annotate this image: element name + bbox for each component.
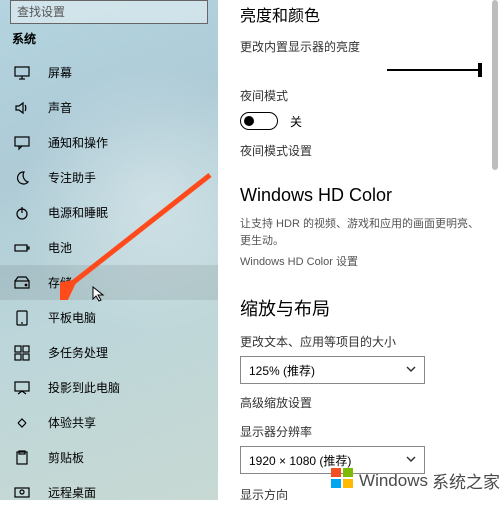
sidebar-item-label: 多任务处理 (48, 344, 108, 361)
chevron-down-icon (406, 363, 416, 377)
sidebar-item-multitask[interactable]: 多任务处理 (0, 335, 218, 370)
power-icon (14, 205, 30, 221)
night-mode-toggle[interactable]: 关 (240, 112, 482, 130)
toggle-pill[interactable] (240, 112, 278, 130)
watermark: Windows 系统之家 (329, 465, 500, 496)
night-mode-label: 夜间模式 (240, 87, 482, 104)
brightness-slider[interactable] (240, 65, 482, 75)
scale-select[interactable]: 125% (推荐) (240, 356, 425, 384)
sidebar-item-shared[interactable]: 体验共享 (0, 405, 218, 440)
sidebar-item-sound[interactable]: 声音 (0, 90, 218, 125)
sidebar-item-notifications[interactable]: 通知和操作 (0, 125, 218, 160)
toggle-state: 关 (290, 113, 302, 130)
search-input[interactable] (17, 5, 201, 19)
scrollbar-thumb[interactable] (492, 0, 498, 170)
scale-value: 125% (推荐) (249, 362, 315, 379)
sidebar-item-label: 屏幕 (48, 64, 72, 81)
hd-color-title: Windows HD Color (240, 185, 482, 206)
sidebar-item-label: 存储 (48, 274, 72, 291)
sidebar: 系统 屏幕 声音 通知和操作 专注助手 电源和睡眠 (0, 0, 218, 500)
search-box[interactable] (10, 0, 208, 24)
slider-track (387, 69, 482, 71)
project-icon (14, 380, 30, 396)
sidebar-item-focus[interactable]: 专注助手 (0, 160, 218, 195)
sidebar-item-tablet[interactable]: 平板电脑 (0, 300, 218, 335)
sidebar-item-power[interactable]: 电源和睡眠 (0, 195, 218, 230)
sidebar-item-battery[interactable]: 电池 (0, 230, 218, 265)
sidebar-item-label: 体验共享 (48, 414, 96, 431)
clipboard-icon (14, 450, 30, 466)
sidebar-item-label: 专注助手 (48, 169, 96, 186)
sidebar-item-label: 电源和睡眠 (48, 204, 108, 221)
night-settings-link[interactable]: 夜间模式设置 (240, 142, 482, 159)
scale-title: 缩放与布局 (240, 295, 482, 321)
category-header: 系统 (12, 30, 206, 47)
hd-color-link[interactable]: Windows HD Color 设置 (240, 253, 482, 269)
hd-color-desc: 让支持 HDR 的视频、游戏和应用的画面更明亮、更生动。 (240, 216, 482, 249)
scale-label: 更改文本、应用等项目的大小 (240, 333, 482, 350)
moon-icon (14, 170, 30, 186)
speaker-icon (14, 100, 30, 116)
battery-icon (14, 240, 30, 256)
sidebar-item-label: 声音 (48, 99, 72, 116)
sidebar-item-storage[interactable]: 存储 (0, 265, 218, 300)
slider-thumb[interactable] (478, 63, 482, 77)
sidebar-item-label: 电池 (48, 239, 72, 256)
sidebar-item-clipboard[interactable]: 剪贴板 (0, 440, 218, 475)
share-icon (14, 415, 30, 431)
nav-list: 屏幕 声音 通知和操作 专注助手 电源和睡眠 电池 (0, 55, 218, 510)
sidebar-item-label: 平板电脑 (48, 309, 96, 326)
tablet-icon (14, 310, 30, 326)
watermark-site: 系统之家 (432, 468, 500, 493)
windows-logo-icon (329, 465, 355, 496)
sidebar-item-display[interactable]: 屏幕 (0, 55, 218, 90)
sidebar-item-label: 远程桌面 (48, 484, 96, 501)
multitask-icon (14, 345, 30, 361)
section-brightness-title: 亮度和颜色 (240, 2, 482, 26)
advanced-scale-link[interactable]: 高级缩放设置 (240, 394, 482, 411)
drive-icon (14, 275, 30, 291)
sidebar-item-projecting[interactable]: 投影到此电脑 (0, 370, 218, 405)
watermark-brand: Windows (359, 471, 428, 491)
brightness-label: 更改内置显示器的亮度 (240, 38, 482, 55)
sidebar-item-label: 投影到此电脑 (48, 379, 120, 396)
sidebar-item-remote[interactable]: 远程桌面 (0, 475, 218, 510)
main-panel: 亮度和颜色 更改内置显示器的亮度 夜间模式 关 夜间模式设置 Windows H… (218, 0, 500, 500)
remote-icon (14, 485, 30, 501)
sidebar-item-label: 剪贴板 (48, 449, 84, 466)
sidebar-item-label: 通知和操作 (48, 134, 108, 151)
comment-icon (14, 135, 30, 151)
monitor-icon (14, 65, 30, 81)
resolution-label: 显示器分辨率 (240, 423, 482, 440)
